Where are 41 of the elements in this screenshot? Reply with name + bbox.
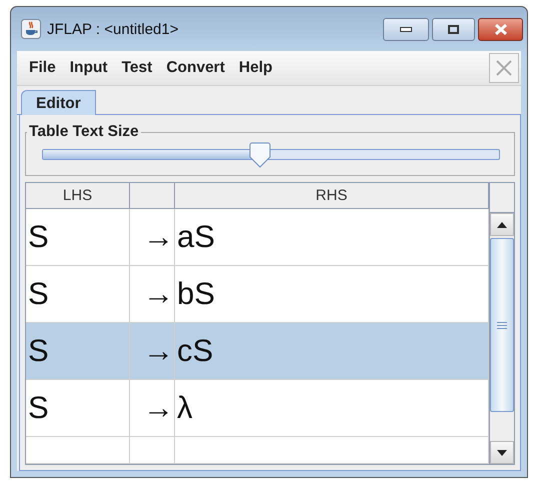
arrow-cell: → bbox=[143, 276, 174, 312]
arrow-cell: → bbox=[143, 390, 174, 426]
scroll-up-button[interactable] bbox=[490, 213, 514, 236]
scroll-down-button[interactable] bbox=[490, 441, 514, 464]
rhs-cell: bS bbox=[177, 276, 215, 312]
arrow-cell: → bbox=[143, 333, 174, 370]
window-title: JFLAP : <untitled1> bbox=[47, 20, 180, 38]
tab[interactable]: Editor bbox=[21, 90, 96, 115]
maximize-icon bbox=[448, 24, 459, 34]
minimize-icon bbox=[400, 26, 412, 32]
table-row[interactable]: S →cS bbox=[26, 323, 489, 380]
rhs-cell: cS bbox=[177, 333, 214, 370]
up-arrow-icon bbox=[497, 222, 507, 228]
menu-item[interactable]: Convert bbox=[160, 58, 233, 77]
down-arrow-icon bbox=[497, 450, 507, 456]
arrow-cell: → bbox=[143, 219, 174, 256]
table-row[interactable]: S →aS bbox=[26, 209, 489, 266]
group-title: Table Text Size bbox=[28, 123, 140, 141]
lhs-cell: S bbox=[28, 333, 49, 370]
close-button[interactable] bbox=[478, 18, 523, 40]
lhs-cell: S bbox=[28, 219, 49, 256]
rhs-cell: aS bbox=[177, 219, 215, 256]
menu-item[interactable]: Test bbox=[116, 58, 160, 77]
table-row[interactable]: S →bS bbox=[26, 266, 489, 324]
close-icon bbox=[496, 60, 512, 76]
table-row[interactable]: S →λ bbox=[26, 380, 489, 438]
close-icon bbox=[494, 24, 508, 34]
lhs-cell: S bbox=[28, 276, 49, 312]
grip-icon bbox=[497, 322, 507, 328]
menu-item[interactable]: Help bbox=[232, 58, 280, 77]
column-header[interactable]: LHS bbox=[26, 183, 130, 208]
coffee-cup-icon bbox=[21, 19, 41, 39]
maximize-button[interactable] bbox=[432, 18, 475, 40]
menu-item[interactable]: Input bbox=[64, 58, 116, 77]
scrollbar-thumb[interactable] bbox=[490, 238, 514, 412]
slider-thumb[interactable] bbox=[249, 142, 272, 168]
menu-item[interactable]: File bbox=[23, 58, 64, 77]
rhs-cell: λ bbox=[177, 390, 192, 426]
lhs-cell: S bbox=[28, 390, 49, 426]
text-size-slider[interactable] bbox=[42, 141, 500, 169]
minimize-button[interactable] bbox=[383, 18, 429, 40]
